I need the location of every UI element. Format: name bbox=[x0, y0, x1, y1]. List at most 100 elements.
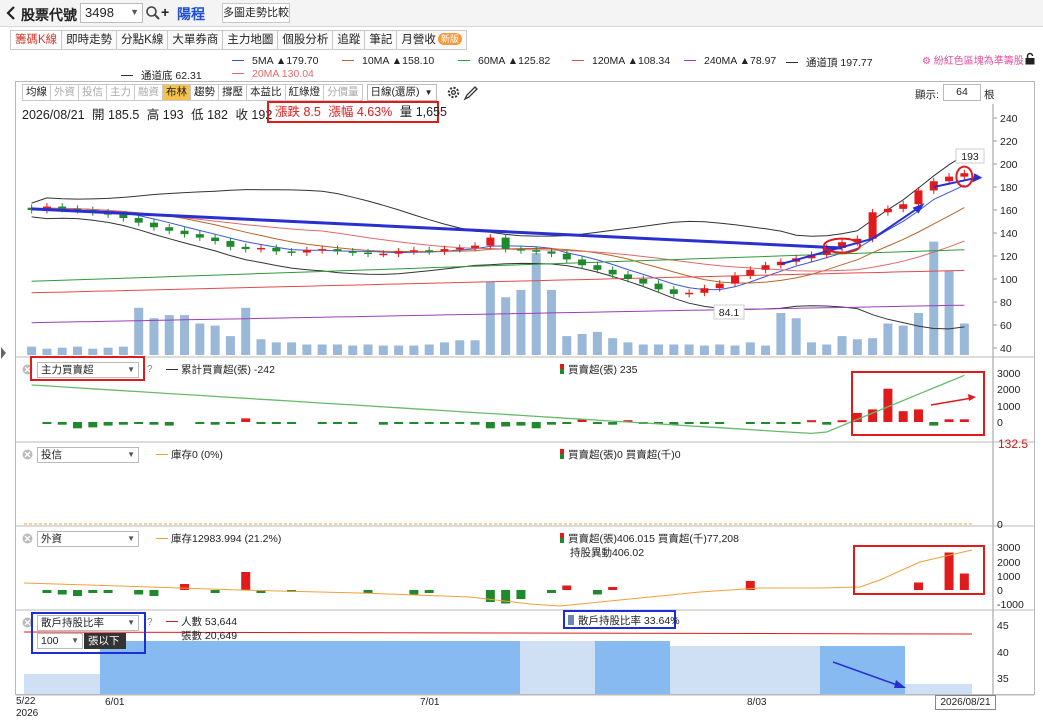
foreign-bar bbox=[57, 590, 67, 595]
main-force-bar bbox=[164, 422, 174, 426]
main-force-bar bbox=[776, 422, 786, 424]
main-force-bar bbox=[42, 422, 52, 424]
volume-bar bbox=[241, 307, 251, 355]
main-force-axis-label: 1000 bbox=[997, 401, 1021, 413]
volume-bar bbox=[531, 253, 541, 355]
volume-bar bbox=[256, 339, 266, 355]
volume-bar bbox=[592, 331, 602, 355]
foreign-bar bbox=[562, 585, 572, 590]
volume-bar bbox=[332, 344, 342, 355]
highlight-box bbox=[31, 612, 146, 654]
help-icon[interactable]: ? bbox=[147, 364, 153, 375]
volume-bar bbox=[929, 241, 939, 355]
candle-body bbox=[516, 249, 525, 251]
holding-ratio-area bbox=[820, 646, 905, 694]
volume-bar bbox=[470, 340, 480, 355]
volume-bar bbox=[225, 336, 235, 355]
date-tick: 7/01 bbox=[420, 697, 440, 708]
main-force-bar bbox=[485, 422, 495, 429]
help-icon[interactable]: ? bbox=[147, 617, 153, 628]
close-panel-icon[interactable] bbox=[22, 533, 33, 544]
main-force-bar bbox=[547, 422, 557, 425]
volume-bar bbox=[516, 289, 526, 355]
volume-bar bbox=[898, 325, 908, 355]
main-force-axis-label: 0 bbox=[997, 417, 1003, 429]
candle-body bbox=[868, 212, 877, 239]
stock-chart-canvas[interactable]: 240 220 200 180 160 140 120 100 80 60 40 193 84.1 300… bbox=[0, 0, 1043, 720]
volume-bar bbox=[271, 342, 281, 355]
main-force-bar bbox=[348, 422, 358, 424]
close-panel-icon[interactable] bbox=[22, 449, 33, 460]
price-axis-label: 40 bbox=[1000, 343, 1012, 355]
foreign-bar bbox=[180, 584, 190, 590]
candle-body bbox=[425, 250, 434, 252]
price-axis-label: 120 bbox=[1000, 251, 1018, 263]
main-force-bar bbox=[118, 422, 128, 425]
volume-bar bbox=[149, 318, 159, 355]
foreign-bar bbox=[210, 590, 220, 593]
price-axis-label: 100 bbox=[1000, 274, 1018, 286]
foreign-select[interactable]: 外資 ▼ bbox=[37, 531, 139, 547]
main-force-bar-legend: 買賣超(張) 235 bbox=[560, 362, 637, 377]
candle-body bbox=[440, 249, 449, 252]
candle-body bbox=[257, 247, 265, 250]
main-force-bar bbox=[837, 420, 847, 423]
volume-bar bbox=[547, 289, 557, 355]
main-force-bar bbox=[806, 420, 816, 423]
candle-body bbox=[455, 247, 464, 250]
volume-bar bbox=[210, 325, 220, 355]
date-label-first: 5/22 bbox=[16, 696, 36, 707]
candle-body bbox=[669, 289, 678, 294]
holders-count-legend-text: 人數 53,644 bbox=[181, 616, 238, 628]
volume-bar bbox=[485, 281, 495, 355]
main-force-bar bbox=[745, 422, 755, 424]
holders-shares: 張數 20,649 bbox=[181, 630, 238, 642]
price-axis-label: 160 bbox=[1000, 205, 1018, 217]
main-force-bar bbox=[470, 422, 480, 425]
investment-trust-select[interactable]: 投信 ▼ bbox=[37, 447, 139, 463]
foreign-bar bbox=[149, 590, 159, 596]
main-force-bar bbox=[822, 422, 832, 425]
volume-bar bbox=[394, 345, 404, 355]
candle-body bbox=[731, 275, 739, 284]
date-tick: 8/03 bbox=[747, 697, 767, 708]
volume-bar bbox=[959, 323, 969, 355]
main-force-axis-label: 2000 bbox=[997, 384, 1021, 396]
volume-bar bbox=[27, 346, 37, 355]
main-force-bar bbox=[424, 422, 434, 424]
volume-bar bbox=[623, 342, 633, 355]
volume-bar bbox=[195, 323, 205, 355]
holders-axis-label: 45 bbox=[997, 620, 1009, 632]
main-force-bar bbox=[287, 422, 297, 424]
candle-body bbox=[302, 250, 311, 253]
main-force-bar bbox=[103, 422, 113, 426]
volume-bar bbox=[852, 339, 862, 355]
candle-body bbox=[149, 222, 158, 228]
candle-body bbox=[960, 173, 969, 177]
dropdown-arrow-icon: ▼ bbox=[127, 450, 135, 459]
volume-bar bbox=[501, 297, 511, 355]
main-force-bar bbox=[394, 422, 404, 424]
investment-trust-line-legend-text: 庫存0 (0%) bbox=[171, 449, 223, 461]
foreign-line-legend: 庫存12983.994 (21.2%) bbox=[156, 531, 281, 546]
candle-body bbox=[746, 269, 755, 276]
volume-bar bbox=[103, 347, 113, 355]
candle-body bbox=[165, 227, 174, 231]
foreign-line-legend-text: 庫存12983.994 (21.2%) bbox=[171, 533, 282, 545]
candle-body bbox=[241, 246, 250, 250]
volume-bar bbox=[791, 318, 801, 355]
volume-bar bbox=[684, 344, 694, 355]
main-force-bar bbox=[241, 418, 251, 422]
main-force-bar bbox=[134, 422, 144, 424]
volume-bar bbox=[761, 345, 771, 355]
candle-body bbox=[654, 283, 663, 290]
foreign-bar bbox=[42, 590, 52, 593]
main-force-bar bbox=[501, 422, 511, 427]
volume-bar bbox=[164, 315, 174, 355]
holding-ratio-area bbox=[905, 684, 972, 694]
holding-ratio-area bbox=[520, 641, 595, 694]
foreign-axis-label: 2000 bbox=[997, 557, 1021, 569]
volume-bar bbox=[363, 344, 373, 355]
foreign-bar bbox=[363, 590, 373, 593]
volume-bar bbox=[577, 334, 587, 355]
